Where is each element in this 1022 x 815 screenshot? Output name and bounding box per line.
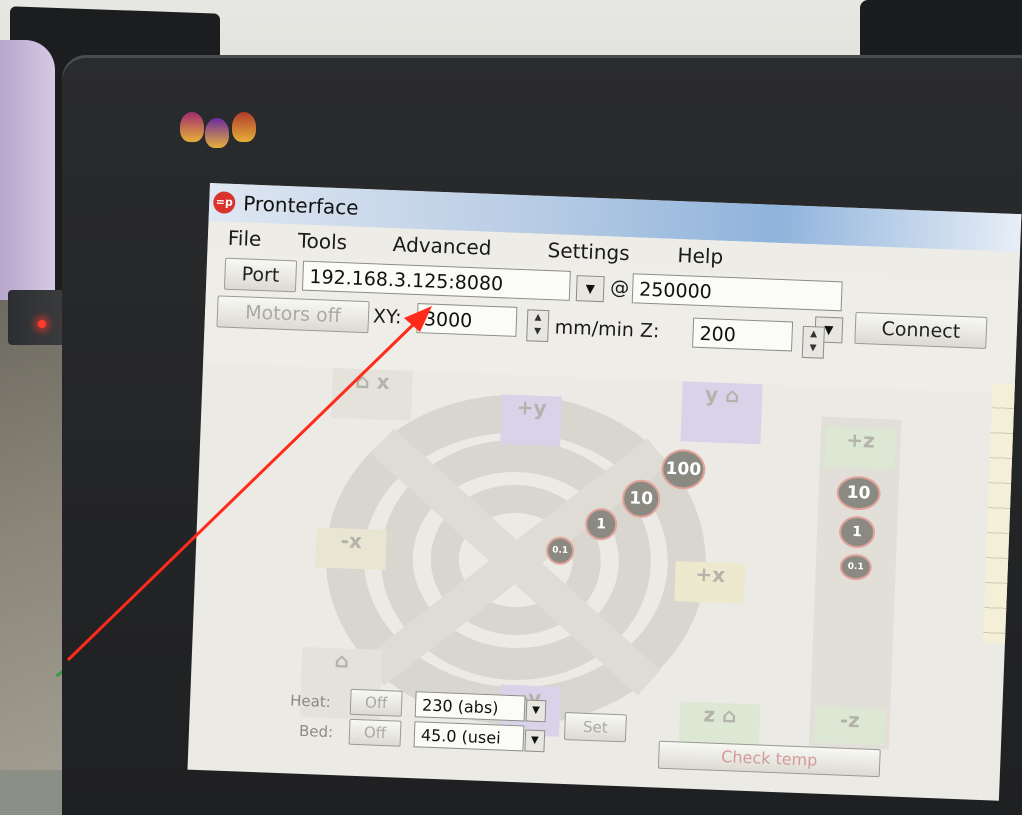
- annotation-arrow-line: [66, 316, 422, 662]
- annotation-arrow: [66, 306, 432, 662]
